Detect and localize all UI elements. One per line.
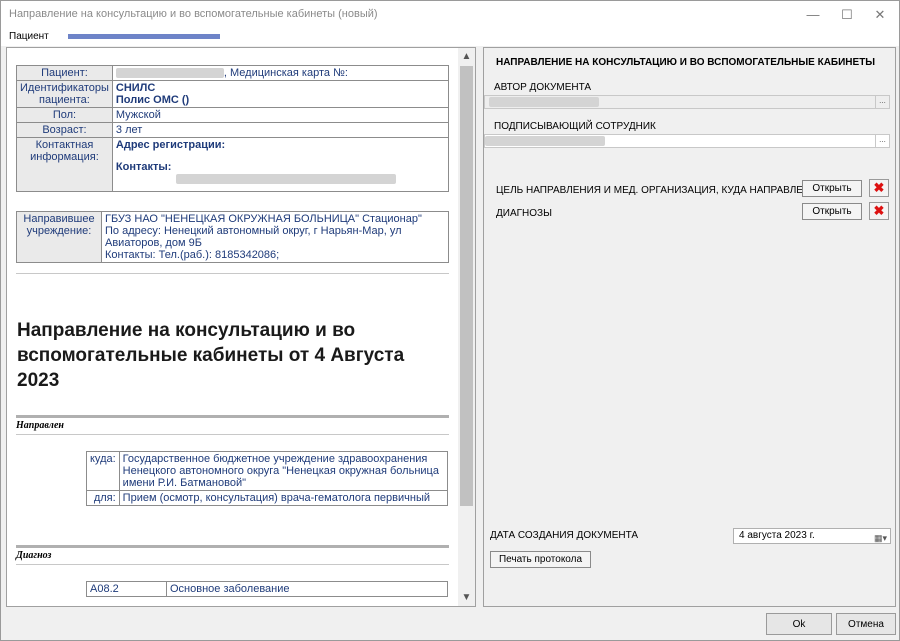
address-text: Адрес регистрации: — [115, 139, 226, 151]
date-value: 4 августа 2023 г. — [739, 530, 815, 541]
minimize-button[interactable]: — — [796, 1, 830, 28]
print-protocol-button[interactable]: Печать протокола — [490, 551, 591, 568]
institution-value-cell: ГБУЗ НАО "НЕНЕЦКАЯ ОКРУЖНАЯ БОЛЬНИЦА" Ст… — [101, 211, 449, 263]
institution-table: Направившее учреждение: ГБУЗ НАО "НЕНЕЦК… — [16, 211, 449, 263]
signer-select-button[interactable]: ... — [875, 135, 889, 147]
contact-value-cell: Адрес регистрации: Контакты: — [111, 137, 450, 192]
patient-value-cell: , Медицинская карта №: — [111, 65, 450, 81]
for-value-cell: Прием (осмотр, консультация) врача-гемат… — [118, 490, 449, 506]
diagnoses-label: ДИАГНОЗЫ — [496, 208, 552, 219]
diag-code-cell: A08.2 — [86, 581, 167, 597]
diag-type-cell: Основное заболевание — [166, 581, 448, 597]
author-field: ... — [484, 95, 890, 109]
dialog-window: Направление на консультацию и во вспомог… — [0, 0, 900, 641]
creation-date-picker[interactable]: 4 августа 2023 г. ▦▾ — [733, 528, 891, 544]
institution-name: ГБУЗ НАО "НЕНЕЦКАЯ ОКРУЖНАЯ БОЛЬНИЦА" Ст… — [105, 213, 422, 225]
purpose-label: ЦЕЛЬ НАПРАВЛЕНИЯ И МЕД. ОРГАНИЗАЦИЯ, КУД… — [496, 185, 811, 196]
institution-address: По адресу: Ненецкий автономный округ, г … — [105, 225, 402, 249]
form-panel: НАПРАВЛЕНИЕ НА КОНСУЛЬТАЦИЮ И ВО ВСПОМОГ… — [483, 47, 896, 607]
sex-label-cell: Пол: — [16, 107, 113, 123]
vertical-scrollbar[interactable]: ▲ ▼ — [458, 48, 475, 606]
scroll-down-icon[interactable]: ▼ — [458, 589, 475, 606]
redacted-contacts — [175, 174, 396, 185]
where-value-cell: Государственное бюджетное учреждение здр… — [118, 451, 449, 491]
age-value-cell: 3 лет — [111, 122, 450, 138]
contacts-text: Контакты: — [115, 161, 172, 173]
redacted-author — [489, 97, 599, 107]
section-divider — [16, 545, 449, 548]
sex-value-cell: Мужской — [111, 107, 450, 123]
patient-label-cell: Пациент: — [16, 65, 113, 81]
author-label: АВТОР ДОКУМЕНТА — [494, 82, 592, 93]
title-bar: Направление на консультацию и во вспомог… — [1, 1, 899, 28]
document-title: Направление на консультацию и во вспомог… — [17, 320, 405, 391]
scroll-up-icon[interactable]: ▲ — [458, 48, 475, 65]
ids-label-cell: Идентификаторы пациента: — [16, 80, 113, 108]
diagnoses-delete-icon[interactable]: ✖ — [869, 202, 889, 220]
window-title: Направление на консультацию и во вспомог… — [9, 8, 378, 20]
diagnoses-open-button[interactable]: Открыть — [802, 203, 862, 220]
institution-contacts: Контакты: Тел.(раб.): 8185342086; — [105, 249, 280, 261]
calendar-icon[interactable]: ▦▾ — [874, 531, 887, 545]
author-select-button[interactable]: ... — [875, 96, 889, 108]
section-divider-thin — [16, 434, 449, 435]
oms-text: Полис ОМС () — [115, 94, 190, 106]
patient-bar: Пациент — [1, 28, 899, 46]
section-divider-thin — [16, 564, 449, 565]
signer-label: ПОДПИСЫВАЮЩИЙ СОТРУДНИК — [494, 121, 656, 132]
ids-value-cell: СНИЛС Полис ОМС () — [111, 80, 450, 108]
divider — [16, 273, 449, 274]
section-sent-label: Направлен — [16, 420, 64, 431]
ok-button[interactable]: Ok — [766, 613, 832, 635]
institution-label-cell: Направившее учреждение: — [16, 211, 102, 263]
cancel-button[interactable]: Отмена — [836, 613, 896, 635]
where-label-cell: куда: — [86, 451, 120, 491]
snils-text: СНИЛС — [115, 82, 156, 94]
section-divider — [16, 415, 449, 418]
referral-table: куда: Государственное бюджетное учрежден… — [86, 451, 449, 506]
purpose-delete-icon[interactable]: ✖ — [869, 179, 889, 197]
date-label: ДАТА СОЗДАНИЯ ДОКУМЕНТА — [490, 530, 639, 541]
maximize-button[interactable]: ☐ — [830, 1, 864, 28]
contact-label-cell: Контактная информация: — [16, 137, 113, 192]
patient-label: Пациент — [9, 31, 49, 42]
diagnosis-table: A08.2 Основное заболевание — [86, 581, 448, 597]
form-title: НАПРАВЛЕНИЕ НА КОНСУЛЬТАЦИЮ И ВО ВСПОМОГ… — [496, 57, 876, 68]
scroll-thumb[interactable] — [460, 66, 473, 506]
patient-name-link[interactable] — [68, 34, 220, 39]
for-label-cell: для: — [86, 490, 120, 506]
patient-info-table: Пациент: , Медицинская карта №: Идентифи… — [16, 65, 450, 192]
signer-field[interactable]: ... — [484, 134, 890, 148]
purpose-open-button[interactable]: Открыть — [802, 180, 862, 197]
section-diag-label: Диагноз — [16, 550, 52, 561]
age-label-cell: Возраст: — [16, 122, 113, 138]
close-button[interactable]: ✕ — [863, 1, 897, 28]
document-preview[interactable]: Пациент: , Медицинская карта №: Идентифи… — [6, 47, 476, 607]
redacted-name — [115, 68, 224, 79]
redacted-signer — [485, 136, 605, 146]
